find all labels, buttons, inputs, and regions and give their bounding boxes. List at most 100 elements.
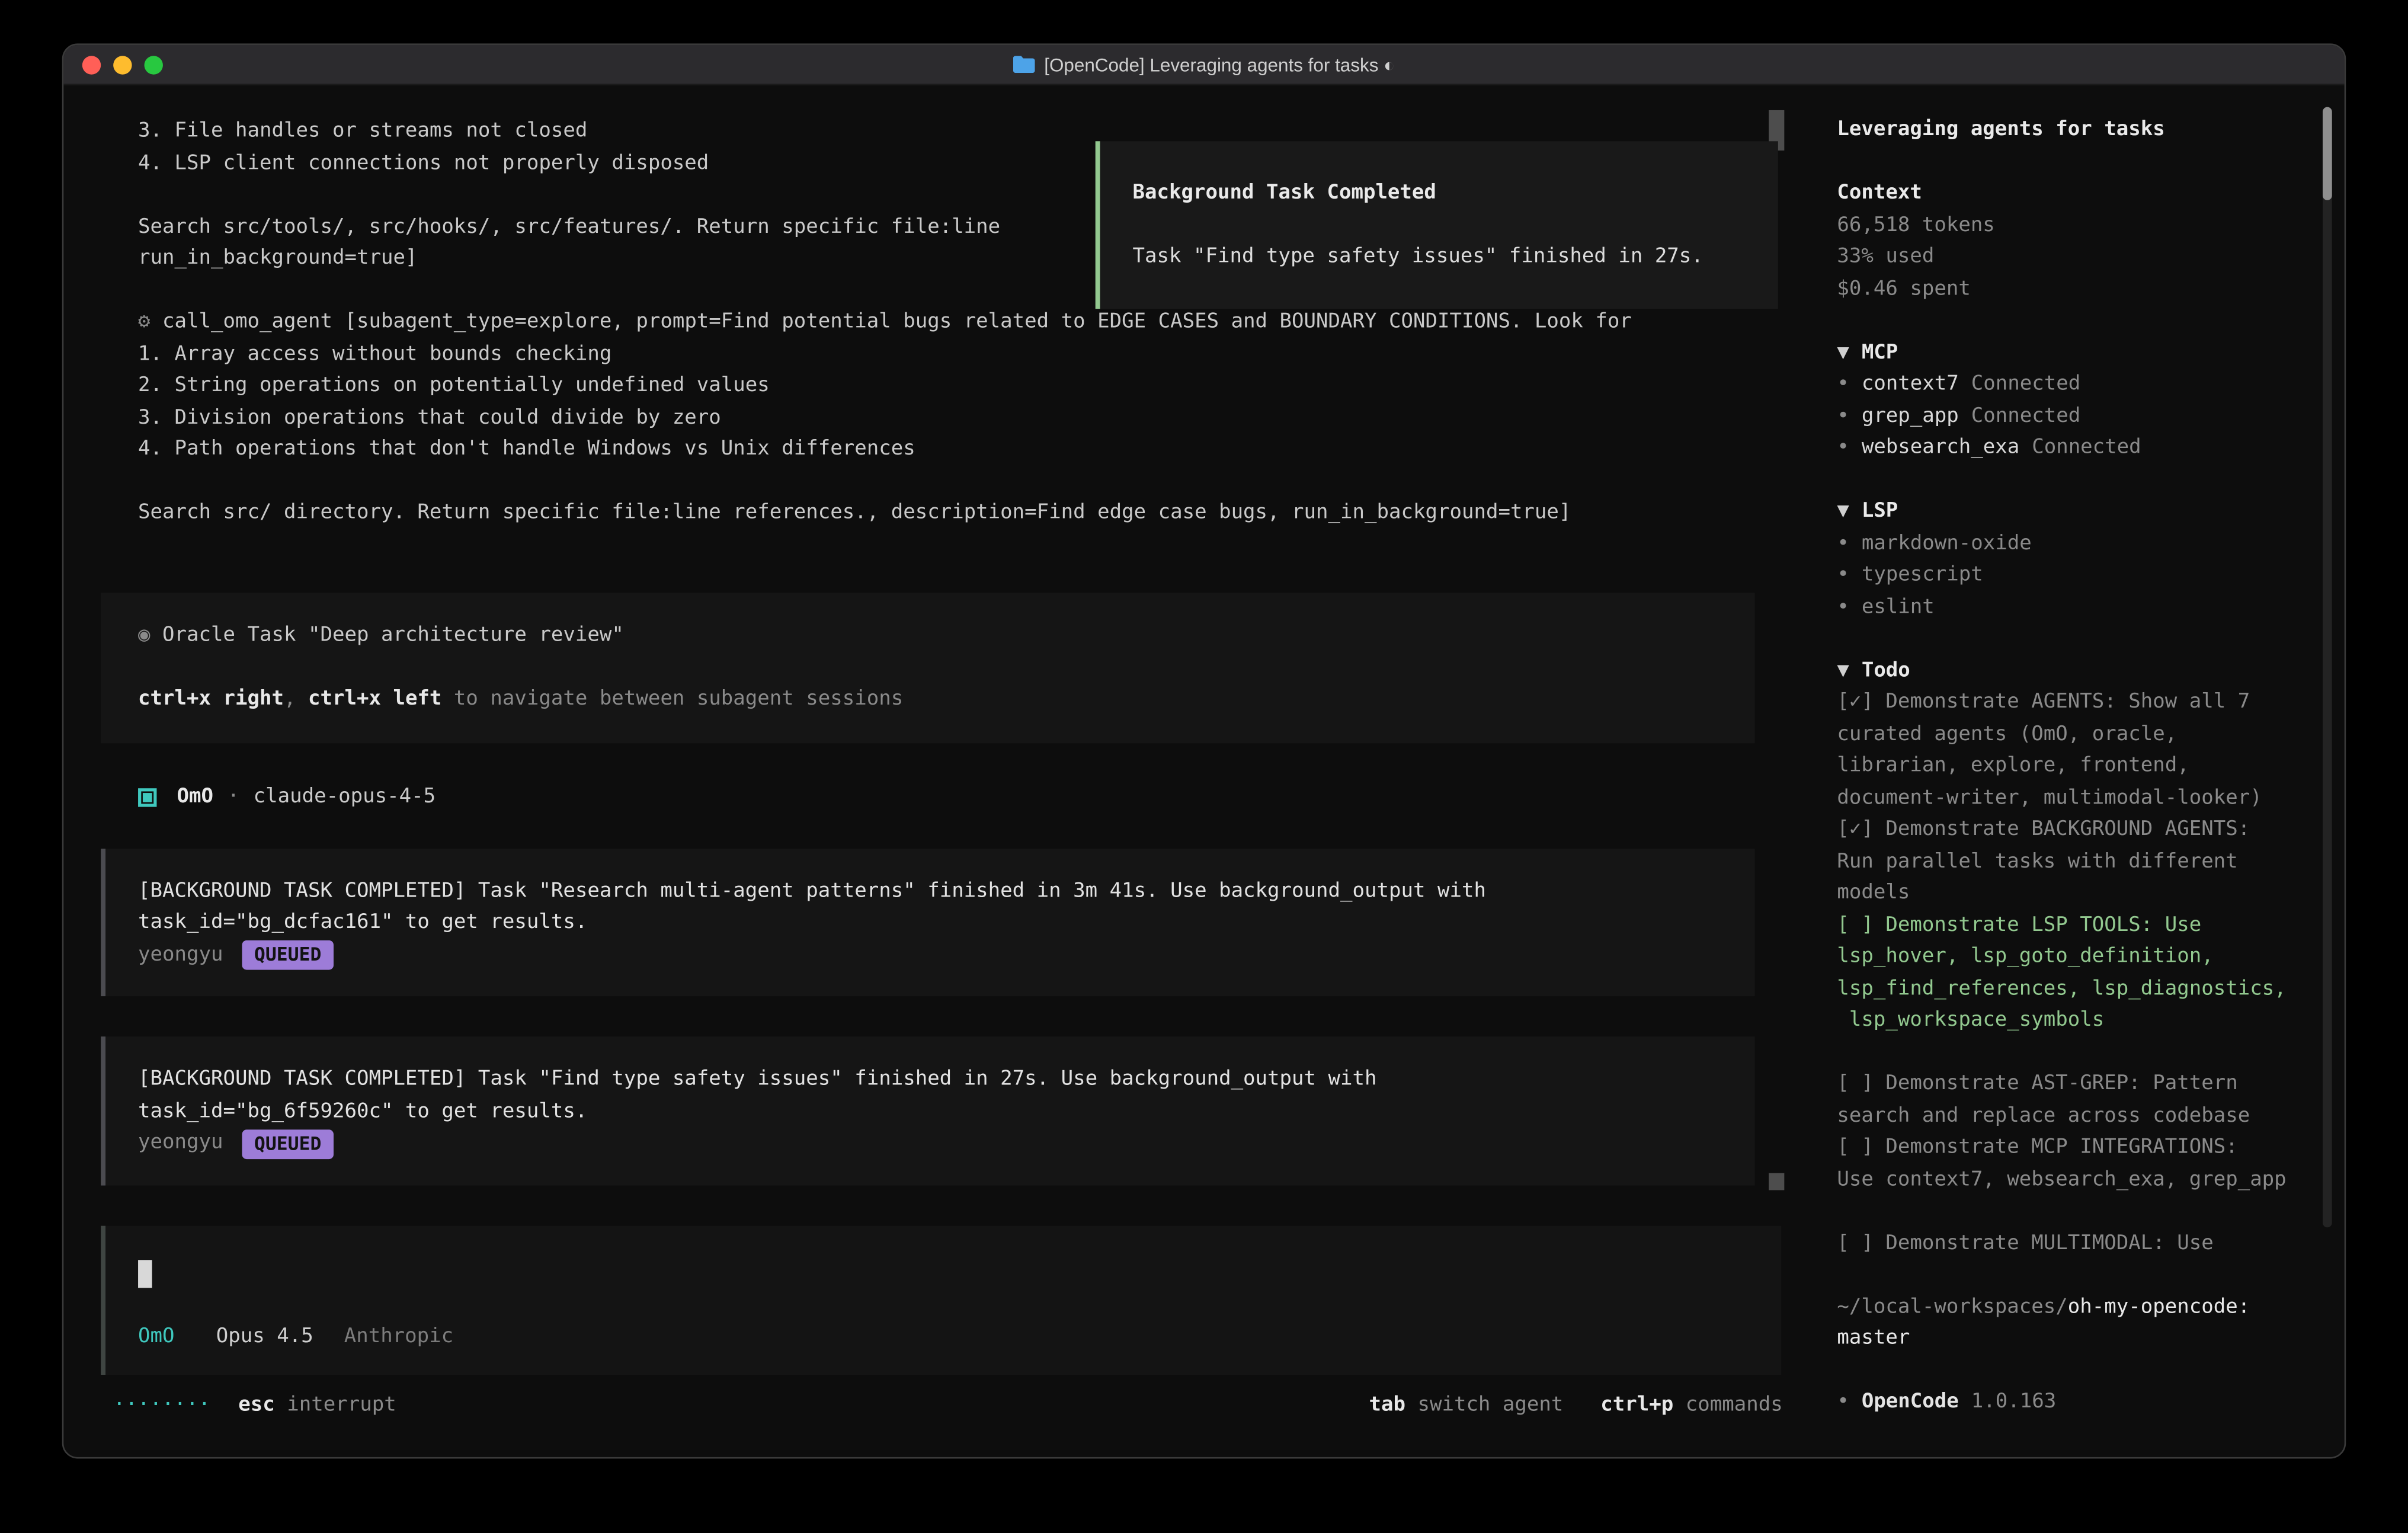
- sidebar: Leveraging agents for tasks Context 66,5…: [1814, 85, 2345, 1458]
- tool-call-line: ⚙ call_omo_agent [subagent_type=explore,…: [63, 307, 1814, 339]
- hint-separator: ,: [284, 687, 308, 710]
- bullet-icon: •: [1837, 1390, 1849, 1413]
- commands-keybind: ctrl+p: [1600, 1393, 1673, 1416]
- todo-heading: Todo: [1862, 659, 1910, 682]
- background-task-message: [BACKGROUND TASK COMPLETED] Task "Resear…: [101, 848, 1754, 996]
- chevron-down-icon: ▼: [1837, 500, 1849, 523]
- mcp-item: •context7Connected: [1837, 369, 2305, 401]
- spacer: [1837, 306, 2305, 338]
- lsp-item: • markdown-oxide: [1837, 529, 2305, 561]
- bullet-icon: •: [1837, 564, 1849, 587]
- oracle-task-title: Oracle Task "Deep architecture review": [162, 623, 624, 646]
- subagent-nav-hint: ctrl+x right, ctrl+x left to navigate be…: [138, 683, 1718, 715]
- oracle-task-title-line: ◉ Oracle Task "Deep architecture review": [138, 620, 1718, 652]
- tool-call-item: 3. Division operations that could divide…: [63, 403, 1814, 435]
- workspace-path: ~/local-workspaces/oh-my-opencode:: [1837, 1292, 2305, 1324]
- toast-title: Background Task Completed: [1133, 178, 1741, 210]
- background-task-toast: Background Task Completed Task "Find typ…: [1096, 141, 1778, 308]
- toast-body: Task "Find type safety issues" finished …: [1133, 242, 1741, 274]
- esc-keybind: esc: [238, 1393, 274, 1416]
- session-title: Leveraging agents for tasks: [1837, 115, 2305, 147]
- text-cursor: [138, 1259, 152, 1287]
- chevron-down-icon: ▼: [1837, 659, 1849, 682]
- bullet-icon: •: [1837, 532, 1849, 555]
- sidebar-scrollbar-track[interactable]: [2323, 107, 2332, 1228]
- agent-header-row: OmO · claude-opus-4-5: [138, 782, 1814, 814]
- context-tokens: 66,518 tokens: [1837, 210, 2305, 242]
- context-heading: Context: [1837, 178, 2305, 210]
- message-meta: yeongyu QUEUED: [138, 1128, 1718, 1160]
- lsp-item: • typescript: [1837, 560, 2305, 592]
- spacer: [63, 466, 1814, 498]
- zoom-button[interactable]: [145, 56, 163, 74]
- tool-call-item: 2. String operations on potentially unde…: [63, 371, 1814, 403]
- titlebar[interactable]: [OpenCode] Leveraging agents for tasks ◐: [63, 45, 2344, 85]
- message-text: [BACKGROUND TASK COMPLETED] Task "Resear…: [138, 876, 1718, 908]
- todo-item: [ ] Demonstrate LSP TOOLS: Use lsp_hover…: [1837, 910, 2305, 1038]
- terminal-window: [OpenCode] Leveraging agents for tasks ◐…: [62, 43, 2346, 1458]
- spacer: [1837, 1355, 2305, 1387]
- todo-section-header[interactable]: ▼ Todo: [1837, 655, 2305, 687]
- tool-call-text: call_omo_agent [subagent_type=explore, p…: [162, 311, 1632, 334]
- oracle-task-panel: ◉ Oracle Task "Deep architecture review"…: [101, 592, 1754, 743]
- message-text: task_id="bg_dcfac161" to get results.: [138, 908, 1718, 940]
- background-task-message: [BACKGROUND TASK COMPLETED] Task "Find t…: [101, 1036, 1754, 1185]
- input-line[interactable]: [138, 1256, 1744, 1291]
- workspace-path-prefix: ~/local-workspaces/: [1837, 1295, 2067, 1318]
- traffic-lights: [82, 45, 163, 85]
- lsp-item: • eslint: [1837, 592, 2305, 624]
- main-pane: 3. File handles or streams not closed 4.…: [63, 85, 1814, 1458]
- mcp-name: websearch_exa: [1862, 436, 2019, 459]
- todo-item: [ ] Demonstrate MCP INTEGRATIONS: Use co…: [1837, 1133, 2305, 1196]
- todo-item: [✓] Demonstrate BACKGROUND AGENTS: Run p…: [1837, 815, 2305, 910]
- message-text: [BACKGROUND TASK COMPLETED] Task "Find t…: [138, 1064, 1718, 1096]
- prompt-input[interactable]: OmO Opus 4.5 Anthropic: [101, 1225, 1781, 1375]
- spinner-dots: ········: [113, 1393, 210, 1416]
- lsp-section-header[interactable]: ▼LSP: [1837, 497, 2305, 529]
- message-text: task_id="bg_6f59260c" to get results.: [138, 1096, 1718, 1128]
- record-icon: ◉: [138, 623, 150, 646]
- app-version: 1.0.163: [1971, 1390, 2056, 1413]
- bullet-icon: •: [1837, 595, 1849, 618]
- omo-agent-icon: [138, 789, 156, 807]
- keybind: ctrl+x right: [138, 687, 284, 710]
- window-title-area: [OpenCode] Leveraging agents for tasks ◐: [1013, 53, 1395, 75]
- esc-label: interrupt: [287, 1393, 396, 1416]
- model-bar-agent: OmO: [138, 1324, 174, 1348]
- app-version-row: • OpenCode 1.0.163: [1837, 1387, 2305, 1419]
- mcp-status: Connected: [1971, 372, 2080, 395]
- screen: [OpenCode] Leveraging agents for tasks ◐…: [0, 0, 2408, 1533]
- queued-badge: QUEUED: [242, 941, 334, 971]
- mcp-name: grep_app: [1862, 404, 1959, 427]
- lsp-name: typescript: [1862, 564, 1983, 587]
- bullet-icon: •: [1837, 404, 1849, 427]
- workspace-branch: master: [1837, 1324, 2305, 1356]
- model-bar-model: Opus 4.5: [216, 1324, 313, 1348]
- status-right: tab switch agentctrl+p commands: [1369, 1390, 1782, 1422]
- gear-icon: ⚙: [138, 311, 150, 334]
- main-scrollbar-thumb[interactable]: [1769, 1173, 1784, 1190]
- tool-call-item: 4. Path operations that don't handle Win…: [63, 434, 1814, 466]
- window-title: [OpenCode] Leveraging agents for tasks ◐: [1044, 53, 1395, 75]
- bullet-icon: •: [1837, 436, 1849, 459]
- model-bar: OmO Opus 4.5 Anthropic: [138, 1321, 1744, 1353]
- status-left: ········ esc interrupt: [113, 1390, 396, 1422]
- tool-call-line: Search src/ directory. Return specific f…: [63, 498, 1814, 530]
- mcp-section-header[interactable]: ▼MCP: [1837, 338, 2305, 370]
- minimize-button[interactable]: [113, 56, 132, 74]
- folder-icon: [1013, 56, 1035, 73]
- agent-name: OmO: [177, 782, 213, 814]
- todo-item: [ ] Demonstrate MULTIMODAL: Use: [1837, 1228, 2305, 1260]
- hint-text: to navigate between subagent sessions: [441, 687, 903, 710]
- lsp-name: markdown-oxide: [1862, 532, 2032, 555]
- status-bar: ········ esc interrupt tab switch agentct…: [63, 1390, 1814, 1422]
- queued-badge: QUEUED: [242, 1129, 334, 1159]
- mcp-name: context7: [1862, 372, 1959, 395]
- app-name: OpenCode: [1862, 1390, 1959, 1413]
- sidebar-scrollbar-thumb[interactable]: [2323, 107, 2332, 200]
- todo-item: [ ] Demonstrate AST-GREP: Pattern search…: [1837, 1069, 2305, 1132]
- lsp-name: eslint: [1862, 595, 1935, 618]
- close-button[interactable]: [82, 56, 101, 74]
- content: 3. File handles or streams not closed 4.…: [63, 85, 2344, 1458]
- keybind: ctrl+x left: [308, 687, 441, 710]
